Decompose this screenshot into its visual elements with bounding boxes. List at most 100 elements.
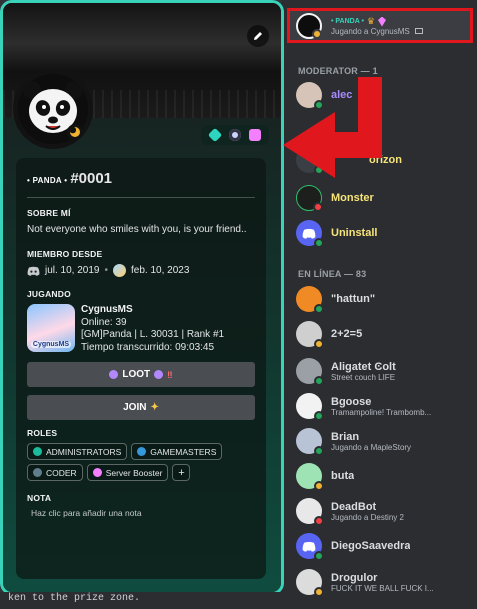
member-avatar: [296, 428, 324, 456]
member-name: alec: [331, 89, 353, 101]
activity-heading: JUGANDO: [27, 289, 71, 299]
member-avatar: [296, 321, 324, 349]
online-status-icon: [314, 411, 324, 421]
member-avatar: [296, 358, 324, 386]
member-text: Brian Jugando a MapleStory: [331, 431, 411, 452]
member-avatar: [296, 286, 324, 314]
member-row[interactable]: orizon: [296, 145, 476, 175]
member-text: Bgoose Tramampoline! Trambomb...: [331, 396, 431, 417]
member-activity: Jugando a Destiny 2: [331, 512, 404, 522]
member-text: Drogulor FUCK IT WE BALL FUCK I...: [331, 572, 434, 593]
role-coder[interactable]: CODER: [27, 464, 83, 481]
member-row[interactable]: Drogulor FUCK IT WE BALL FUCK I...: [296, 567, 476, 597]
member-avatar: [296, 463, 324, 491]
pencil-icon: [254, 32, 262, 40]
activity-details: CygnusMS Online: 39 [GM]Panda | L. 30031…: [81, 304, 224, 354]
role-color-dot: [33, 468, 42, 477]
role-label: Server Booster: [105, 467, 163, 478]
add-role-button[interactable]: +: [172, 464, 191, 481]
role-server-booster[interactable]: Server Booster: [86, 464, 169, 481]
member-since-row: jul. 10, 2019 • feb. 10, 2023: [27, 264, 255, 277]
activity-line-3: Tiempo transcurrido: 09:03:45: [81, 341, 215, 353]
member-name: DiegoSaavedra: [331, 540, 411, 552]
member-activity: Jugando a MapleStory: [331, 442, 412, 452]
role-list: ADMINISTRATORS GAMEMASTERS CODER Server …: [27, 443, 255, 481]
online-status-icon: [314, 304, 324, 314]
member-row[interactable]: Bgoose Tramampoline! Trambomb...: [296, 391, 476, 421]
discord-join-date: jul. 10, 2019: [45, 265, 100, 276]
member-name: buta: [331, 470, 355, 482]
active-developer-badge-icon[interactable]: [229, 129, 241, 141]
member-avatar: [296, 533, 324, 561]
member-name: • PANDA •: [331, 18, 364, 25]
member-avatar: [296, 220, 324, 248]
member-avatar: [296, 393, 324, 421]
member-row[interactable]: DiegoSaavedra: [296, 531, 476, 561]
member-row[interactable]: "hattun": [296, 284, 476, 314]
member-since-heading: MIEMBRO DESDE: [27, 249, 103, 259]
profile-badges: [201, 125, 269, 145]
game-image-label: CygnusMS: [30, 341, 72, 348]
online-status-icon: [314, 100, 324, 110]
note-input[interactable]: Haz clic para añadir una nota: [27, 508, 255, 518]
role-label: ADMINISTRATORS: [46, 446, 122, 457]
discord-logo-icon: [302, 541, 316, 552]
member-text: • PANDA • ♛ Jugando a CygnusMS: [331, 16, 423, 36]
dnd-status-icon: [314, 516, 324, 526]
about-heading: SOBRE MÍ: [27, 208, 71, 218]
date-separator: •: [104, 265, 109, 276]
hypesquad-badge-icon[interactable]: [207, 127, 223, 143]
discord-logo-icon: [302, 228, 316, 239]
member-row[interactable]: Aligatet Ͼolt Street couch LIFE: [296, 356, 476, 386]
member-avatar: [296, 569, 324, 597]
edit-profile-button[interactable]: [247, 25, 269, 47]
member-name: Uninstall: [331, 227, 378, 239]
member-row[interactable]: 2+2=5: [296, 319, 476, 349]
nitro-badge-icon[interactable]: [249, 129, 261, 141]
online-status-icon: [314, 165, 324, 175]
member-row[interactable]: Brian Jugando a MapleStory: [296, 426, 476, 456]
member-list: • PANDA • ♛ Jugando a CygnusMS MODERATOR…: [286, 0, 477, 609]
member-row[interactable]: buta: [296, 461, 476, 491]
idle-status-icon: [314, 339, 324, 349]
member-row[interactable]: DeadBot Jugando a Destiny 2: [296, 496, 476, 526]
loot-button-label: LOOT: [122, 369, 151, 380]
discord-logo-icon: [27, 266, 40, 276]
online-status-icon: [314, 238, 324, 248]
member-text: DeadBot Jugando a Destiny 2: [331, 501, 404, 522]
member-name: 2+2=5: [331, 328, 363, 340]
member-name: Bgoose: [331, 395, 372, 408]
self-member-highlight[interactable]: • PANDA • ♛ Jugando a CygnusMS: [287, 8, 473, 43]
member-activity: Street couch LIFE: [331, 372, 396, 382]
role-color-dot: [92, 468, 102, 477]
member-avatar: [296, 147, 324, 175]
member-row[interactable]: alec: [296, 80, 476, 110]
member-name: Brian: [331, 430, 360, 443]
member-self[interactable]: • PANDA • ♛ Jugando a CygnusMS: [296, 12, 476, 40]
member-row[interactable]: Uninstall: [296, 218, 476, 248]
idle-status-icon: [312, 29, 322, 39]
loot-bag-icon: [109, 370, 119, 379]
clan-tag: • PANDA •: [27, 176, 68, 185]
activity-card: CygnusMS CygnusMS Online: 39 [GM]Panda |…: [27, 304, 255, 354]
about-text: Not everyone who smiles with you, is you…: [27, 224, 247, 235]
note-heading: NOTA: [27, 493, 52, 503]
idle-status-icon: [314, 481, 324, 491]
role-administrators[interactable]: ADMINISTRATORS: [27, 443, 128, 460]
activity-line-2: [GM]Panda | L. 30031 | Rank #1: [81, 329, 225, 340]
join-button[interactable]: JOIN ✦: [27, 395, 255, 420]
discriminator: #0001: [70, 170, 113, 187]
party-icon: ✦: [150, 402, 159, 413]
profile-body: • PANDA • #0001 SOBRE MÍ Not everyone wh…: [16, 158, 266, 579]
server-icon: [113, 264, 127, 277]
member-row[interactable]: Monster: [296, 183, 476, 213]
member-name: orizon: [369, 154, 402, 166]
role-gamemasters[interactable]: GAMEMASTERS: [131, 443, 223, 460]
member-name-row: • PANDA • ♛: [331, 16, 423, 27]
member-avatar: [296, 13, 322, 39]
member-name: Aligatet Ͼolt: [331, 360, 396, 373]
loot-button[interactable]: LOOT ‼: [27, 362, 255, 387]
online-status-icon: [314, 551, 324, 561]
dnd-status-icon: [313, 202, 323, 212]
username-row: • PANDA • #0001: [27, 170, 255, 187]
